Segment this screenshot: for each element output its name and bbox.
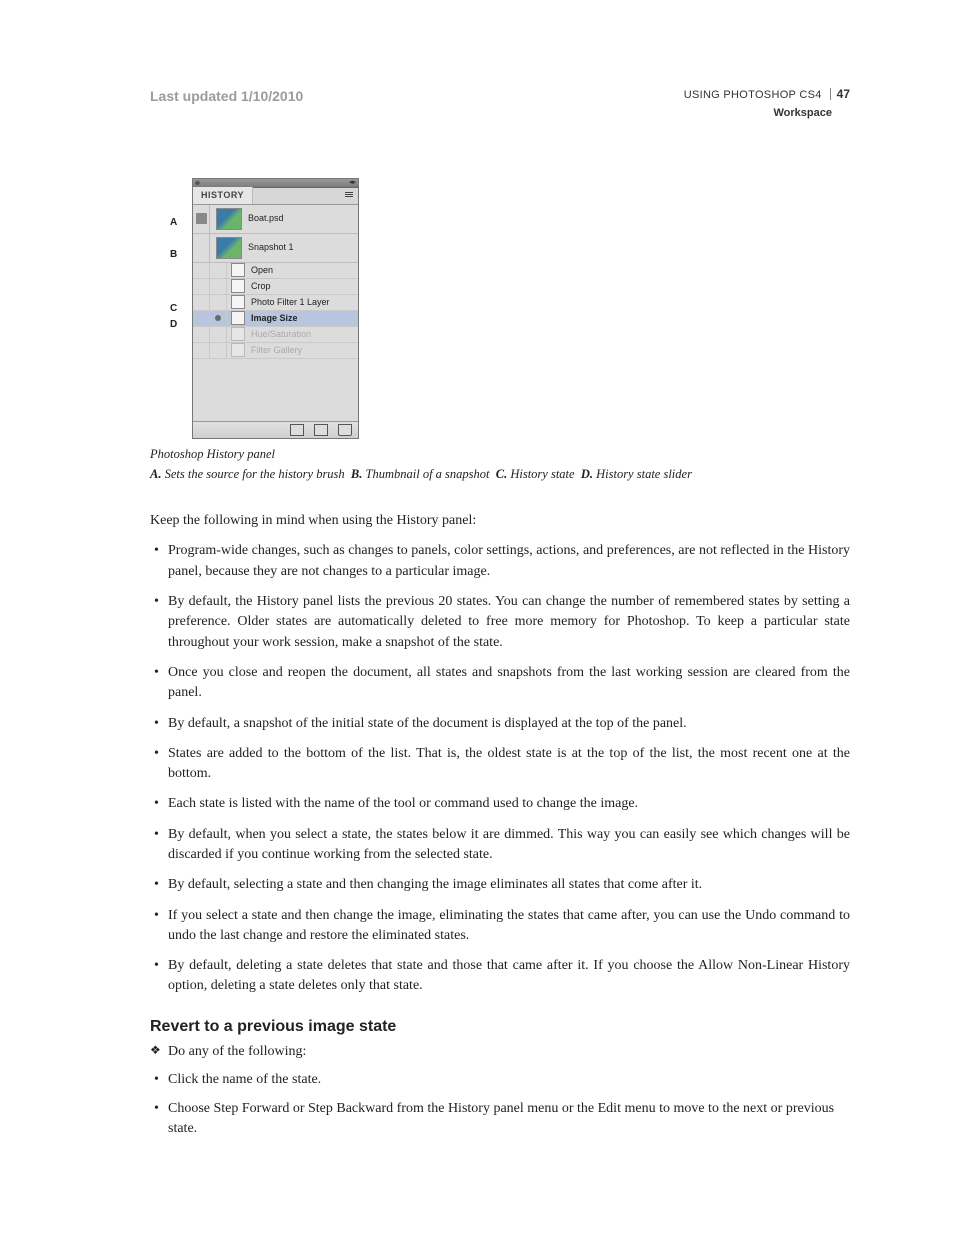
doc-title: USING PHOTOSHOP CS4 [684, 88, 822, 104]
state-icon [231, 343, 245, 357]
history-brush-source[interactable] [193, 234, 210, 262]
callout-a: A [170, 216, 177, 231]
history-state-row-dimmed[interactable]: Hue/Saturation [193, 327, 358, 343]
collapse-icon[interactable]: ◂▸ [349, 178, 356, 188]
bullet-list: Program-wide changes, such as changes to… [150, 541, 850, 996]
header-divider [830, 88, 831, 100]
state-label: Photo Filter 1 Layer [249, 296, 358, 309]
history-brush-source[interactable] [193, 205, 210, 233]
tab-history[interactable]: HISTORY [193, 187, 253, 204]
key-b-label: B. [351, 467, 362, 481]
list-item: Click the name of the state. [150, 1070, 850, 1090]
list-item: By default, selecting a state and then c… [150, 875, 850, 895]
list-item: By default, a snapshot of the initial st… [150, 714, 850, 734]
intro-paragraph: Keep the following in mind when using th… [150, 511, 850, 531]
sub-bullet-list: Click the name of the state. Choose Step… [150, 1070, 850, 1139]
figure-callouts: A B C D [170, 178, 184, 423]
history-state-row-selected[interactable]: Image Size [193, 311, 358, 327]
key-c-label: C. [496, 467, 507, 481]
list-item: Program-wide changes, such as changes to… [150, 541, 850, 582]
state-label: Filter Gallery [249, 344, 358, 357]
section-heading-revert: Revert to a previous image state [150, 1015, 850, 1038]
state-label: Image Size [249, 312, 358, 325]
history-brush-icon [196, 213, 207, 224]
snapshot-row[interactable]: Boat.psd [193, 205, 358, 234]
figure-history-panel: A B C D ◂▸ HISTORY Boat.psd Snapshot [170, 178, 850, 439]
list-item: States are added to the bottom of the li… [150, 744, 850, 785]
list-item: Choose Step Forward or Step Backward fro… [150, 1099, 850, 1140]
page-header: Last updated 1/10/2010 USING PHOTOSHOP C… [150, 86, 850, 122]
list-item: Each state is listed with the name of th… [150, 794, 850, 814]
state-label: Open [249, 264, 358, 277]
list-item: By default, the History panel lists the … [150, 592, 850, 653]
key-b-desc: Thumbnail of a snapshot [366, 467, 490, 481]
callout-c: C [170, 302, 177, 317]
state-icon [231, 263, 245, 277]
history-panel: ◂▸ HISTORY Boat.psd Snapshot 1 Open [192, 178, 359, 439]
header-right: USING PHOTOSHOP CS4 47 Workspace [684, 86, 850, 122]
state-label: Hue/Saturation [249, 328, 358, 341]
key-d-label: D. [581, 467, 593, 481]
list-item: By default, deleting a state deletes tha… [150, 956, 850, 997]
history-state-row[interactable]: Photo Filter 1 Layer [193, 295, 358, 311]
state-label: Crop [249, 280, 358, 293]
panel-tabs: HISTORY [193, 188, 358, 205]
key-c-desc: History state [510, 467, 574, 481]
state-icon [231, 327, 245, 341]
history-state-row[interactable]: Crop [193, 279, 358, 295]
callout-d: D [170, 318, 177, 333]
page-number: 47 [837, 86, 850, 103]
snapshot-label: Snapshot 1 [248, 241, 294, 254]
history-state-row-dimmed[interactable]: Filter Gallery [193, 343, 358, 359]
key-a-label: A. [150, 467, 161, 481]
key-a-desc: Sets the source for the history brush [165, 467, 345, 481]
snapshot-row[interactable]: Snapshot 1 [193, 234, 358, 263]
state-icon [231, 295, 245, 309]
section-intro: Do any of the following: [150, 1042, 850, 1062]
state-icon [231, 311, 245, 325]
history-state-row[interactable]: Open [193, 263, 358, 279]
history-state-slider[interactable] [210, 311, 227, 326]
delete-state-icon[interactable] [338, 424, 352, 436]
snapshot-thumbnail [216, 237, 242, 259]
panel-menu-icon[interactable] [345, 191, 355, 201]
list-item: Once you close and reopen the document, … [150, 663, 850, 704]
last-updated: Last updated 1/10/2010 [150, 86, 303, 106]
callout-b: B [170, 248, 177, 263]
snapshot-label: Boat.psd [248, 212, 284, 225]
state-icon [231, 279, 245, 293]
new-document-from-state-icon[interactable] [290, 424, 304, 436]
figure-key: A. Sets the source for the history brush… [150, 465, 850, 483]
panel-blank-area [193, 359, 358, 421]
snapshot-thumbnail [216, 208, 242, 230]
header-section: Workspace [684, 106, 832, 122]
close-icon[interactable] [195, 180, 200, 185]
panel-footer [193, 421, 358, 438]
new-snapshot-icon[interactable] [314, 424, 328, 436]
list-item: If you select a state and then change th… [150, 906, 850, 947]
key-d-desc: History state slider [596, 467, 692, 481]
list-item: By default, when you select a state, the… [150, 825, 850, 866]
figure-caption: Photoshop History panel [150, 445, 850, 463]
